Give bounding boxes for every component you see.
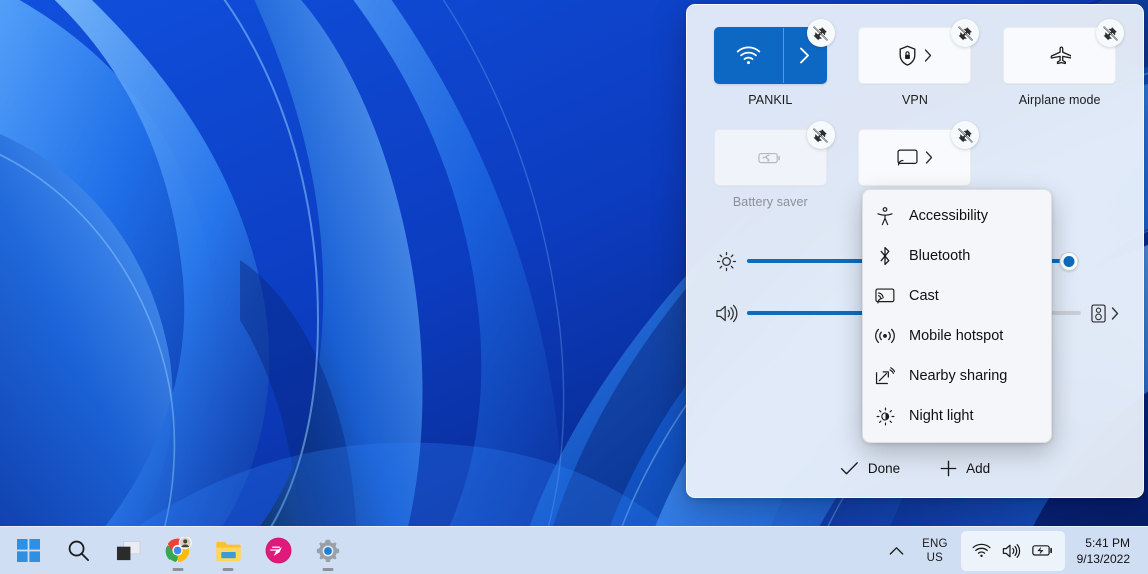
search-icon: [68, 540, 89, 561]
brightness-thumb[interactable]: [1059, 251, 1079, 271]
done-label: Done: [867, 460, 901, 476]
menu-item-label: Night light: [909, 408, 974, 424]
folder-icon: [215, 541, 241, 561]
running-indicator: [172, 567, 184, 571]
night-light-icon: [875, 407, 895, 426]
task-view-icon: [116, 540, 140, 560]
airplane-icon: [1050, 46, 1072, 65]
vpn-tile-label: VPN: [901, 93, 928, 107]
clock-date: 9/13/2022: [1076, 551, 1130, 566]
pink-app-icon: [265, 537, 291, 564]
quick-settings-tray-button[interactable]: [960, 530, 1065, 571]
quick-tile-airplane: Airplane mode: [998, 19, 1125, 107]
unpin-icon[interactable]: [951, 19, 980, 47]
cast-icon: [897, 149, 918, 166]
wifi-tile-toggle[interactable]: [715, 28, 783, 83]
chevron-right-icon: [1111, 306, 1119, 320]
menu-item-label: Cast: [909, 288, 939, 304]
menu-item-label: Mobile hotspot: [909, 328, 1004, 344]
app-pink-button[interactable]: [256, 529, 300, 573]
quick-tile-wifi: PANKIL: [709, 19, 835, 107]
accessibility-icon: [875, 206, 895, 226]
chrome-icon: [165, 537, 192, 563]
unpin-icon[interactable]: [951, 121, 980, 149]
audio-output-selector[interactable]: [1091, 303, 1121, 323]
menu-item-mobile-hotspot[interactable]: Mobile hotspot: [863, 316, 1051, 356]
taskbar-app-list: [6, 529, 350, 573]
brightness-icon: [709, 251, 743, 272]
language-line-2: US: [926, 551, 944, 564]
volume-icon: [1002, 543, 1020, 558]
bluetooth-icon: [875, 246, 895, 266]
battery-saver-tile-label: Battery saver: [732, 195, 808, 209]
airplane-tile-label: Airplane mode: [1018, 93, 1101, 107]
vpn-tile[interactable]: [858, 19, 980, 84]
clock-time: 5:41 PM: [1085, 535, 1130, 550]
menu-item-label: Accessibility: [909, 208, 988, 224]
volume-icon[interactable]: [709, 303, 743, 324]
start-button[interactable]: [6, 529, 50, 573]
nearby-sharing-icon: [875, 366, 895, 386]
chevron-up-icon: [889, 546, 903, 555]
menu-item-nearby-sharing[interactable]: Nearby sharing: [863, 356, 1051, 396]
quick-settings-context-menu[interactable]: Accessibility Bluetooth Cast Mobile hots…: [862, 189, 1052, 443]
quick-settings-tile-grid: PANKIL VPN Airplane mode Battery saver: [687, 5, 1143, 209]
cast-tile-chevron: [925, 151, 933, 164]
clock[interactable]: 5:41 PM 9/13/2022: [1069, 532, 1140, 570]
menu-item-night-light[interactable]: Night light: [863, 396, 1051, 436]
tray-overflow-button[interactable]: [881, 532, 911, 570]
checkmark-icon: [840, 461, 858, 474]
airplane-tile[interactable]: [1003, 19, 1125, 84]
settings-button[interactable]: [306, 529, 350, 573]
taskbar[interactable]: ENG US 5:41 PM 9/13/2022: [0, 526, 1148, 574]
plus-icon: [940, 460, 957, 476]
cast-tile[interactable]: [858, 121, 980, 186]
task-view-button[interactable]: [106, 529, 150, 573]
wifi-icon: [737, 46, 761, 65]
menu-item-bluetooth[interactable]: Bluetooth: [863, 236, 1051, 276]
chevron-right-icon: [925, 151, 933, 164]
cast-icon: [875, 288, 895, 304]
chevron-right-icon: [800, 47, 810, 64]
menu-item-label: Bluetooth: [909, 248, 971, 264]
mobile-hotspot-icon: [875, 327, 895, 346]
search-button[interactable]: [56, 529, 100, 573]
quick-tile-vpn: VPN: [854, 19, 980, 107]
windows-logo-icon: [16, 539, 40, 562]
unpin-icon[interactable]: [1096, 19, 1125, 47]
running-indicator: [222, 567, 234, 571]
system-tray: ENG US 5:41 PM 9/13/2022: [881, 527, 1148, 574]
running-indicator: [322, 567, 334, 571]
wifi-tile[interactable]: [713, 19, 835, 84]
menu-item-label: Nearby sharing: [909, 368, 1008, 384]
quick-settings-footer: Done Add: [687, 439, 1143, 497]
chevron-right-icon: [924, 49, 932, 62]
add-button[interactable]: Add: [926, 453, 1004, 484]
wifi-icon: [972, 543, 991, 558]
chrome-button[interactable]: [156, 529, 200, 573]
battery-saver-icon: [758, 152, 780, 163]
add-label: Add: [966, 460, 991, 476]
done-button[interactable]: Done: [826, 454, 914, 483]
vpn-tile-chevron: [924, 49, 932, 62]
settings-gear-icon: [316, 539, 340, 562]
wifi-tile-label: PANKIL: [748, 93, 793, 107]
battery-charging-icon: [1031, 545, 1052, 556]
menu-item-cast[interactable]: Cast: [863, 276, 1051, 316]
language-indicator[interactable]: ENG US: [913, 532, 957, 570]
audio-output-icon: [1091, 303, 1106, 323]
quick-tile-battery-saver: Battery saver: [709, 121, 835, 209]
language-line-1: ENG: [922, 537, 948, 550]
battery-saver-tile[interactable]: [713, 121, 835, 186]
unpin-icon[interactable]: [806, 19, 835, 47]
menu-item-accessibility[interactable]: Accessibility: [863, 196, 1051, 236]
unpin-icon[interactable]: [806, 121, 835, 149]
file-explorer-button[interactable]: [206, 529, 250, 573]
shield-lock-icon: [899, 45, 916, 66]
